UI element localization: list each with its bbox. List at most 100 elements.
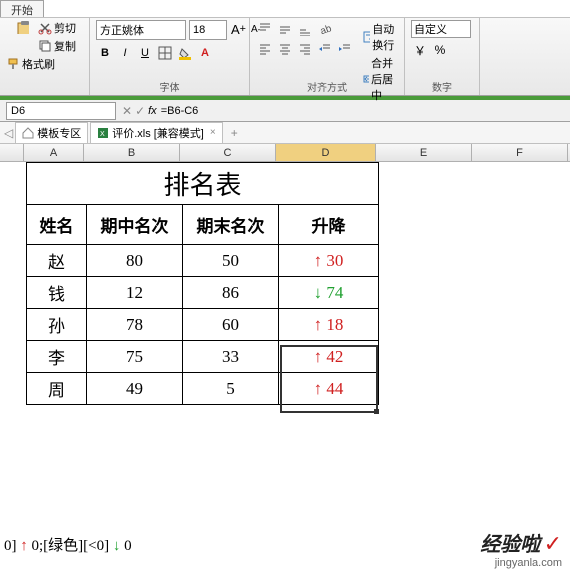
cell-mid[interactable]: 78 bbox=[87, 309, 183, 341]
increase-indent-button[interactable] bbox=[336, 40, 354, 58]
select-all-corner[interactable] bbox=[0, 144, 24, 161]
scissors-icon bbox=[38, 21, 52, 35]
cell-final[interactable]: 86 bbox=[183, 277, 279, 309]
add-tab-button[interactable]: + bbox=[225, 124, 244, 142]
cell-mid[interactable]: 80 bbox=[87, 245, 183, 277]
font-size-select[interactable] bbox=[189, 20, 227, 40]
ranking-table: 排名表 姓名 期中名次 期末名次 升降 赵 80 50 ↑ 30 钱 12 86… bbox=[26, 162, 379, 405]
cell-name[interactable]: 孙 bbox=[27, 309, 87, 341]
font-group-label: 字体 bbox=[90, 79, 249, 94]
cell-final[interactable]: 33 bbox=[183, 341, 279, 373]
template-tab[interactable]: 模板专区 bbox=[15, 122, 88, 144]
copy-label: 复制 bbox=[54, 38, 76, 54]
tab-back-icon[interactable]: ◁ bbox=[4, 126, 13, 140]
align-center-icon bbox=[278, 42, 292, 56]
col-header-C[interactable]: C bbox=[180, 144, 276, 161]
table-title[interactable]: 排名表 bbox=[27, 163, 379, 205]
cell-mid[interactable]: 49 bbox=[87, 373, 183, 405]
border-button[interactable] bbox=[156, 44, 174, 62]
cell-name[interactable]: 李 bbox=[27, 341, 87, 373]
copy-button[interactable]: 复制 bbox=[38, 38, 76, 54]
col-header-A[interactable]: A bbox=[24, 144, 84, 161]
name-box[interactable] bbox=[6, 102, 116, 120]
align-right-button[interactable] bbox=[296, 40, 314, 58]
table-row: 钱 12 86 ↓ 74 bbox=[27, 277, 379, 309]
cell-mid[interactable]: 12 bbox=[87, 277, 183, 309]
ribbon-tab-home[interactable]: 开始 bbox=[0, 0, 44, 17]
wrap-text-button[interactable]: 自动换行 bbox=[360, 20, 398, 54]
file-tab-bar: ◁ 模板专区 X 评价.xls [兼容模式] × + bbox=[0, 122, 570, 144]
watermark-url: jingyanla.com bbox=[480, 557, 562, 569]
accept-formula-icon[interactable]: ✓ bbox=[135, 104, 145, 118]
format-painter-button[interactable]: 格式刷 bbox=[6, 56, 83, 72]
table-row: 孙 78 60 ↑ 18 bbox=[27, 309, 379, 341]
col-header-B[interactable]: B bbox=[84, 144, 180, 161]
cell-final[interactable]: 5 bbox=[183, 373, 279, 405]
file-tab[interactable]: X 评价.xls [兼容模式] × bbox=[90, 122, 222, 144]
cell-delta[interactable]: ↑ 30 bbox=[279, 245, 379, 277]
cell-delta[interactable]: ↓ 74 bbox=[279, 277, 379, 309]
th-mid[interactable]: 期中名次 bbox=[87, 205, 183, 245]
cell-final[interactable]: 60 bbox=[183, 309, 279, 341]
cancel-formula-icon[interactable]: ✕ bbox=[122, 104, 132, 118]
spreadsheet-grid[interactable]: A B C D E F 排名表 姓名 期中名次 期末名次 升降 赵 80 50 … bbox=[0, 144, 570, 522]
font-color-button[interactable]: A bbox=[196, 44, 214, 62]
number-format-select[interactable] bbox=[411, 20, 471, 38]
table-row: 周 49 5 ↑ 44 bbox=[27, 373, 379, 405]
paste-button[interactable] bbox=[6, 20, 38, 56]
fx-label[interactable]: fx bbox=[148, 105, 157, 117]
fill-color-button[interactable] bbox=[176, 44, 194, 62]
cell-delta[interactable]: ↑ 44 bbox=[279, 373, 379, 405]
align-center-button[interactable] bbox=[276, 40, 294, 58]
template-tab-label: 模板专区 bbox=[37, 125, 81, 141]
orientation-button[interactable]: ab bbox=[316, 20, 334, 38]
align-bottom-button[interactable] bbox=[296, 20, 314, 38]
border-icon bbox=[158, 46, 172, 60]
th-delta[interactable]: 升降 bbox=[279, 205, 379, 245]
col-header-D[interactable]: D bbox=[276, 144, 376, 161]
cell-final[interactable]: 50 bbox=[183, 245, 279, 277]
formula-input[interactable] bbox=[160, 104, 460, 118]
decrease-indent-button[interactable] bbox=[316, 40, 334, 58]
col-header-E[interactable]: E bbox=[376, 144, 472, 161]
cell-delta[interactable]: ↑ 18 bbox=[279, 309, 379, 341]
grow-font-button[interactable]: A+ bbox=[230, 20, 247, 38]
cell-delta[interactable]: ↑ 42 bbox=[279, 341, 379, 373]
brush-icon bbox=[6, 57, 20, 71]
align-left-button[interactable] bbox=[256, 40, 274, 58]
col-header-F[interactable]: F bbox=[472, 144, 568, 161]
font-group: A+ A- B I U A 字体 bbox=[90, 18, 250, 95]
italic-button[interactable]: I bbox=[116, 44, 134, 62]
excel-icon: X bbox=[97, 127, 109, 139]
cell-name[interactable]: 钱 bbox=[27, 277, 87, 309]
th-name[interactable]: 姓名 bbox=[27, 205, 87, 245]
watermark-text: 经验啦 bbox=[480, 534, 540, 556]
align-top-button[interactable] bbox=[256, 20, 274, 38]
column-headers: A B C D E F bbox=[0, 144, 570, 162]
bucket-icon bbox=[178, 46, 192, 60]
align-middle-icon bbox=[278, 22, 292, 36]
home-icon bbox=[22, 127, 34, 139]
align-group: ab 自动换行 合并后居中 bbox=[250, 18, 405, 95]
dec-indent-icon bbox=[318, 42, 332, 56]
fill-handle[interactable] bbox=[374, 409, 379, 414]
paste-icon bbox=[15, 20, 29, 34]
currency-button[interactable]: ￥ bbox=[411, 41, 429, 59]
cell-name[interactable]: 周 bbox=[27, 373, 87, 405]
bold-button[interactable]: B bbox=[96, 44, 114, 62]
th-final[interactable]: 期末名次 bbox=[183, 205, 279, 245]
font-name-select[interactable] bbox=[96, 20, 186, 40]
align-right-icon bbox=[298, 42, 312, 56]
align-group-label: 对齐方式 bbox=[250, 79, 404, 94]
cut-button[interactable]: 剪切 bbox=[38, 20, 76, 36]
svg-text:ab: ab bbox=[319, 23, 332, 36]
format-painter-label: 格式刷 bbox=[22, 56, 55, 72]
percent-button[interactable]: % bbox=[431, 41, 449, 59]
underline-button[interactable]: U bbox=[136, 44, 154, 62]
number-group: ￥ % 数字 bbox=[405, 18, 480, 95]
file-tab-mode: [兼容模式] bbox=[154, 125, 204, 141]
cell-mid[interactable]: 75 bbox=[87, 341, 183, 373]
file-tab-close[interactable]: × bbox=[210, 127, 216, 138]
cell-name[interactable]: 赵 bbox=[27, 245, 87, 277]
align-middle-button[interactable] bbox=[276, 20, 294, 38]
